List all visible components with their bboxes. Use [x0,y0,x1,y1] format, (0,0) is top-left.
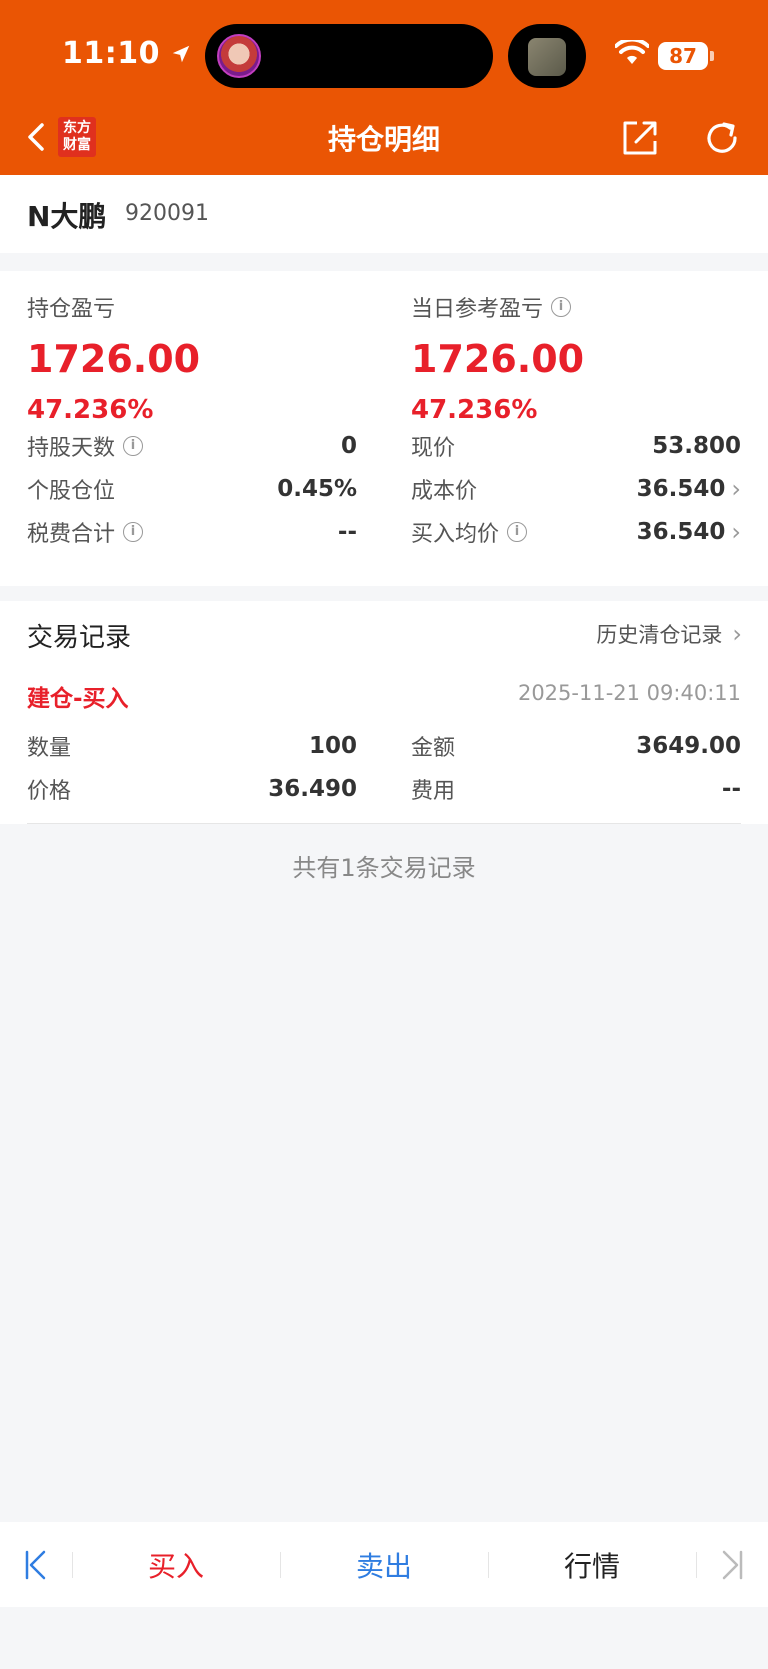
detail-row-holding-days: 持股天数 i 0 [27,428,357,464]
stock-header: N大鹏 920091 [0,175,768,253]
daily-pnl-percent: 47.236% [411,395,538,425]
trade-label: 费用 [411,779,456,804]
live-activity-avatar [217,34,261,78]
trade-records-title: 交易记录 [27,623,132,653]
dynamic-island-secondary [508,24,586,88]
detail-label: 现价 [411,436,456,461]
trade-records-card: 交易记录 历史清仓记录 › 建仓-买入 2025-11-21 09:40:11 … [0,601,768,824]
detail-value: 36.540 [636,519,726,545]
pnl-card: 持仓盈亏 1726.00 47.236% 当日参考盈亏 i 1726.00 47… [0,271,768,586]
trade-time: 2025-11-21 09:40:11 [517,681,741,705]
trade-value: 36.490 [268,776,357,802]
skip-to-first-icon [25,1550,46,1579]
record-count: 共有1条交易记录 [292,854,476,882]
trade-row-fee: 费用 -- [411,771,741,807]
live-activity-thumbnail [528,38,566,76]
trade-type: 建仓-买入 [27,686,129,712]
trade-value: 100 [308,733,357,759]
detail-label: 买入均价 [411,522,500,547]
last-stock-button[interactable] [698,1522,768,1607]
detail-value: -- [337,519,357,545]
quote-button[interactable]: 行情 [488,1522,696,1607]
refresh-icon[interactable] [702,118,742,158]
detail-value: 53.800 [652,433,741,459]
holding-pnl-percent: 47.236% [27,395,154,425]
share-icon[interactable] [620,118,660,158]
info-icon[interactable]: i [123,522,144,542]
holding-pnl-label-text: 持仓盈亏 [27,297,116,322]
separator [696,1552,697,1578]
info-icon[interactable]: i [551,297,572,317]
battery-tip [710,51,714,61]
detail-label: 成本价 [411,479,478,504]
stock-name: N大鹏 [27,200,107,233]
info-icon[interactable]: i [123,436,144,456]
trade-value: 3649.00 [636,733,741,759]
detail-value: 0.45% [277,476,357,502]
info-icon[interactable]: i [507,522,528,542]
dynamic-island [205,24,493,88]
chevron-right-icon: › [731,518,741,546]
battery-indicator: 87 [658,42,708,70]
trade-label: 数量 [27,736,72,761]
buy-button[interactable]: 买入 [72,1522,280,1607]
detail-row-position-ratio: 个股仓位 0.45% [27,471,357,507]
trade-value: -- [721,776,741,802]
history-link-label: 历史清仓记录 [596,623,723,647]
holding-pnl-label: 持仓盈亏 [27,291,200,323]
wifi-icon [615,40,649,64]
detail-row-cost-price[interactable]: 成本价 36.540 › [411,471,741,507]
location-arrow-icon [172,45,190,62]
daily-pnl-label: 当日参考盈亏 i [411,291,584,323]
bottom-action-bar: 买入 卖出 行情 [0,1522,768,1607]
header: 11:10 87 东方 财富 持仓明细 [0,0,768,175]
detail-row-fees-total: 税费合计 i -- [27,514,357,550]
first-stock-button[interactable] [0,1522,70,1607]
daily-pnl-label-text: 当日参考盈亏 [411,297,544,322]
daily-pnl-value: 1726.00 [411,337,585,381]
trade-label: 价格 [27,779,72,804]
holding-pnl-value: 1726.00 [27,337,201,381]
history-clearance-link[interactable]: 历史清仓记录 › [596,619,742,649]
skip-to-last-icon [722,1550,743,1579]
detail-row-current-price: 现价 53.800 [411,428,741,464]
clock: 11:10 [62,36,160,71]
holding-pnl: 持仓盈亏 1726.00 47.236% [27,291,200,425]
sell-button[interactable]: 卖出 [280,1522,488,1607]
daily-pnl: 当日参考盈亏 i 1726.00 47.236% [411,291,584,425]
chevron-right-icon: › [732,620,742,648]
trade-row-quantity: 数量 100 [27,728,357,764]
detail-label: 个股仓位 [27,479,116,504]
home-indicator-area [0,1607,768,1669]
divider [27,823,741,824]
trade-row-amount: 金额 3649.00 [411,728,741,764]
trade-row-price: 价格 36.490 [27,771,357,807]
trade-label: 金额 [411,736,456,761]
detail-label: 持股天数 [27,436,116,461]
detail-row-avg-buy-price[interactable]: 买入均价 i 36.540 › [411,514,741,550]
stock-code: 920091 [125,201,209,226]
status-time: 11:10 [62,36,192,71]
detail-value: 0 [340,433,357,459]
detail-label: 税费合计 [27,522,116,547]
chevron-right-icon: › [731,475,741,503]
detail-value: 36.540 [636,476,726,502]
